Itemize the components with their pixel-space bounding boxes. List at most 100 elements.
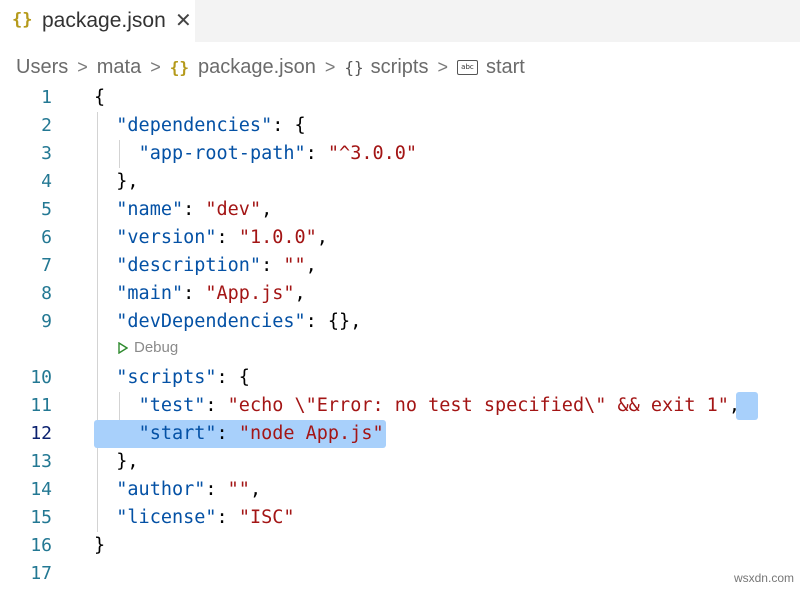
code-line[interactable]: 17 <box>0 560 800 588</box>
code-line[interactable]: 7 "description": "", <box>0 252 800 280</box>
line-number: 11 <box>30 395 52 416</box>
code-line[interactable]: 15 "license": "ISC" <box>0 504 800 532</box>
string-abc-icon: abc <box>456 59 478 75</box>
code-line[interactable]: 4 }, <box>0 168 800 196</box>
breadcrumb: Users > mata > {} package.json > {} scri… <box>16 54 525 80</box>
breadcrumb-mata[interactable]: mata <box>97 56 141 79</box>
chevron-right-icon: > <box>437 56 448 77</box>
punctuation: : <box>183 199 206 220</box>
line-code: "start": "node App.js" <box>94 420 384 448</box>
punctuation: , <box>305 255 317 276</box>
code-editor[interactable]: Debug 1{2 "dependencies": {3 "app-root-p… <box>0 84 800 589</box>
punctuation: , <box>249 479 262 500</box>
code-line[interactable]: 12 "start": "node App.js" <box>0 420 800 448</box>
json-string: "^3.0.0" <box>327 143 418 164</box>
json-key: "start" <box>138 423 217 444</box>
punctuation: }, <box>94 171 139 192</box>
json-string: "" <box>227 479 250 500</box>
code-line[interactable]: 3 "app-root-path": "^3.0.0" <box>0 140 800 168</box>
tab-package-json[interactable]: {} package.json ✕ <box>0 0 195 42</box>
punctuation: : <box>305 143 328 164</box>
code-line[interactable]: 1{ <box>0 84 800 112</box>
punctuation: : <box>205 395 228 416</box>
punctuation: : <box>261 255 284 276</box>
line-number: 5 <box>41 199 52 220</box>
line-number: 10 <box>30 367 52 388</box>
json-string: "echo \"Error: no test specified\" && ex… <box>227 395 729 416</box>
line-code: }, <box>94 448 139 476</box>
line-code: { <box>94 84 105 112</box>
json-string: "node App.js" <box>238 423 384 444</box>
debug-label: Debug <box>134 339 179 356</box>
code-line[interactable]: 11 "test": "echo \"Error: no test specif… <box>0 392 800 420</box>
json-key: "dependencies" <box>116 115 273 136</box>
punctuation: : <box>216 227 239 248</box>
punctuation <box>94 395 139 416</box>
punctuation: : {}, <box>305 311 362 332</box>
json-key: "app-root-path" <box>138 143 306 164</box>
line-code: "app-root-path": "^3.0.0" <box>94 140 417 168</box>
punctuation: : <box>216 507 239 528</box>
line-number: 12 <box>30 423 52 444</box>
watermark: wsxdn.com <box>733 571 794 585</box>
breadcrumb-scripts[interactable]: scripts <box>371 56 429 79</box>
tab-label: package.json <box>42 9 166 32</box>
code-line[interactable]: 13 }, <box>0 448 800 476</box>
line-code: "version": "1.0.0", <box>94 224 328 252</box>
punctuation: , <box>728 395 741 416</box>
json-braces-icon: {} <box>12 10 33 30</box>
breadcrumb-users[interactable]: Users <box>16 56 68 79</box>
json-key: "version" <box>116 227 217 248</box>
breadcrumb-start[interactable]: start <box>486 56 525 79</box>
code-line[interactable]: 5 "name": "dev", <box>0 196 800 224</box>
json-key: "test" <box>138 395 206 416</box>
punctuation: }, <box>94 451 139 472</box>
json-braces-icon: {} <box>169 57 189 77</box>
punctuation: } <box>94 535 106 556</box>
punctuation: , <box>294 283 306 304</box>
punctuation <box>94 227 116 248</box>
json-string: "1.0.0" <box>238 227 317 248</box>
punctuation <box>94 423 139 444</box>
tab-bar: {} package.json ✕ <box>0 0 800 42</box>
debug-codelens[interactable]: Debug <box>118 338 178 358</box>
close-icon[interactable]: ✕ <box>175 8 192 33</box>
punctuation <box>94 507 116 528</box>
line-code: "main": "App.js", <box>94 280 306 308</box>
code-line[interactable]: 10 "scripts": { <box>0 364 800 392</box>
punctuation: : <box>183 283 206 304</box>
line-code: "name": "dev", <box>94 196 272 224</box>
line-number: 15 <box>30 507 52 528</box>
line-number: 14 <box>30 479 52 500</box>
punctuation <box>94 143 139 164</box>
code-line[interactable]: 8 "main": "App.js", <box>0 280 800 308</box>
chevron-right-icon: > <box>77 56 88 77</box>
code-line[interactable]: 9 "devDependencies": {}, <box>0 308 800 336</box>
json-key: "main" <box>116 283 184 304</box>
code-line[interactable]: 16} <box>0 532 800 560</box>
line-code: "dependencies": { <box>94 112 306 140</box>
code-line[interactable]: 6 "version": "1.0.0", <box>0 224 800 252</box>
line-number: 6 <box>41 227 52 248</box>
punctuation: : <box>216 423 239 444</box>
json-key: "description" <box>116 255 262 276</box>
breadcrumb-package-json[interactable]: package.json <box>198 56 316 79</box>
line-code: "devDependencies": {}, <box>94 308 361 336</box>
punctuation: : { <box>216 367 250 388</box>
json-string: "ISC" <box>238 507 295 528</box>
line-number: 9 <box>41 311 52 332</box>
line-number: 4 <box>41 171 52 192</box>
json-key: "name" <box>116 199 184 220</box>
code-line[interactable]: 2 "dependencies": { <box>0 112 800 140</box>
chevron-right-icon: > <box>150 56 161 77</box>
code-line[interactable]: 14 "author": "", <box>0 476 800 504</box>
json-key: "license" <box>116 507 217 528</box>
line-code: "author": "", <box>94 476 261 504</box>
punctuation <box>94 255 116 276</box>
line-number: 2 <box>41 115 52 136</box>
punctuation: , <box>316 227 328 248</box>
line-number: 7 <box>41 255 52 276</box>
punctuation: : { <box>272 115 306 136</box>
punctuation <box>94 479 116 500</box>
punctuation: , <box>261 199 273 220</box>
